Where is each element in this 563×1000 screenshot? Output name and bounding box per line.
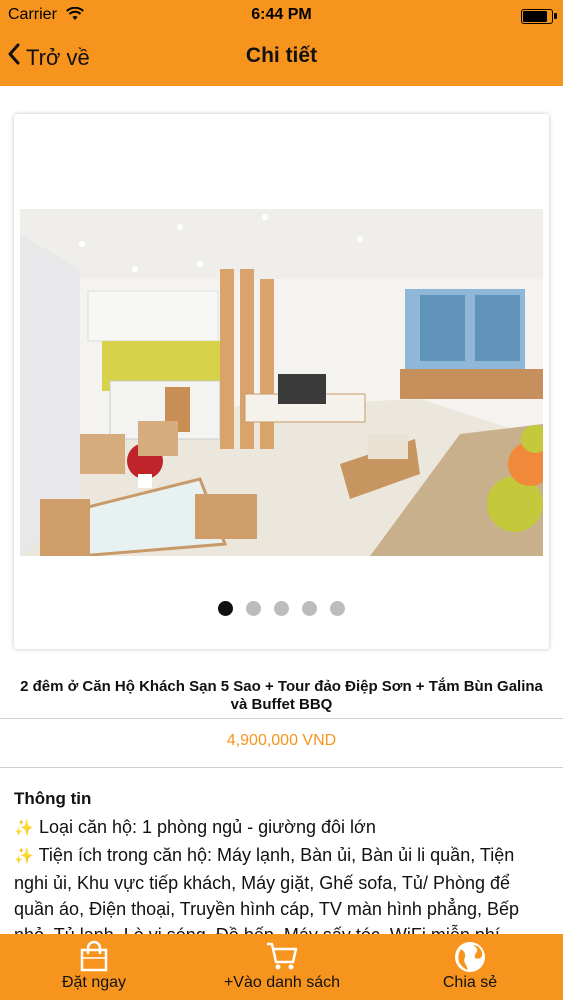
book-now-button[interactable]: Đặt ngay: [0, 934, 188, 1000]
clock: 6:44 PM: [251, 6, 312, 23]
bottom-action-bar: Đặt ngay +Vào danh sách Chia sẻ: [0, 934, 563, 1000]
gallery-page-indicator[interactable]: [14, 601, 549, 616]
info-item: ✨ Loại căn hộ: 1 phòng ngủ - giường đôi …: [14, 814, 548, 842]
detail-content[interactable]: 2 đêm ở Căn Hộ Khách Sạn 5 Sao + Tour đả…: [0, 86, 563, 934]
globe-icon: [376, 940, 563, 974]
info-item: ✨ Tiện ích trong căn hộ: Máy lạnh, Bàn ủ…: [14, 842, 548, 934]
share-label: Chia sẻ: [442, 974, 498, 991]
info-description: ✨ Loại căn hộ: 1 phòng ngủ - giường đôi …: [14, 814, 548, 934]
status-bar: Carrier 6:44 PM: [0, 4, 563, 26]
book-now-label: Đặt ngay: [61, 974, 127, 991]
divider: [0, 767, 563, 768]
add-to-list-label: +Vào danh sách: [223, 974, 341, 991]
sparkle-icon: ✨: [14, 848, 34, 865]
info-item-text: Loại căn hộ: 1 phòng ngủ - giường đôi lớ…: [38, 817, 376, 837]
page-dot[interactable]: [330, 601, 345, 616]
apartment-photo[interactable]: [20, 209, 543, 556]
header: Carrier 6:44 PM Trở về Chi tiết: [0, 0, 563, 86]
share-button[interactable]: Chia sẻ: [376, 934, 563, 1000]
info-heading: Thông tin: [14, 789, 92, 808]
page-dot[interactable]: [302, 601, 317, 616]
sparkle-icon: ✨: [14, 820, 34, 837]
page-dot[interactable]: [246, 601, 261, 616]
page-title: Chi tiết: [245, 44, 318, 67]
page-dot[interactable]: [218, 601, 233, 616]
page-dot[interactable]: [274, 601, 289, 616]
info-item-text: Tiện ích trong căn hộ: Máy lạnh, Bàn ủi,…: [14, 845, 520, 934]
product-price: 4,900,000 VND: [226, 732, 337, 749]
cart-icon: [188, 940, 376, 972]
battery-icon: [521, 9, 557, 24]
image-gallery-card[interactable]: [14, 114, 549, 649]
add-to-list-button[interactable]: +Vào danh sách: [188, 934, 376, 1000]
shopping-bag-icon: [0, 940, 188, 972]
navigation-bar: Trở về Chi tiết: [0, 40, 563, 74]
divider: [0, 718, 563, 719]
product-title: 2 đêm ở Căn Hộ Khách Sạn 5 Sao + Tour đả…: [20, 678, 543, 713]
